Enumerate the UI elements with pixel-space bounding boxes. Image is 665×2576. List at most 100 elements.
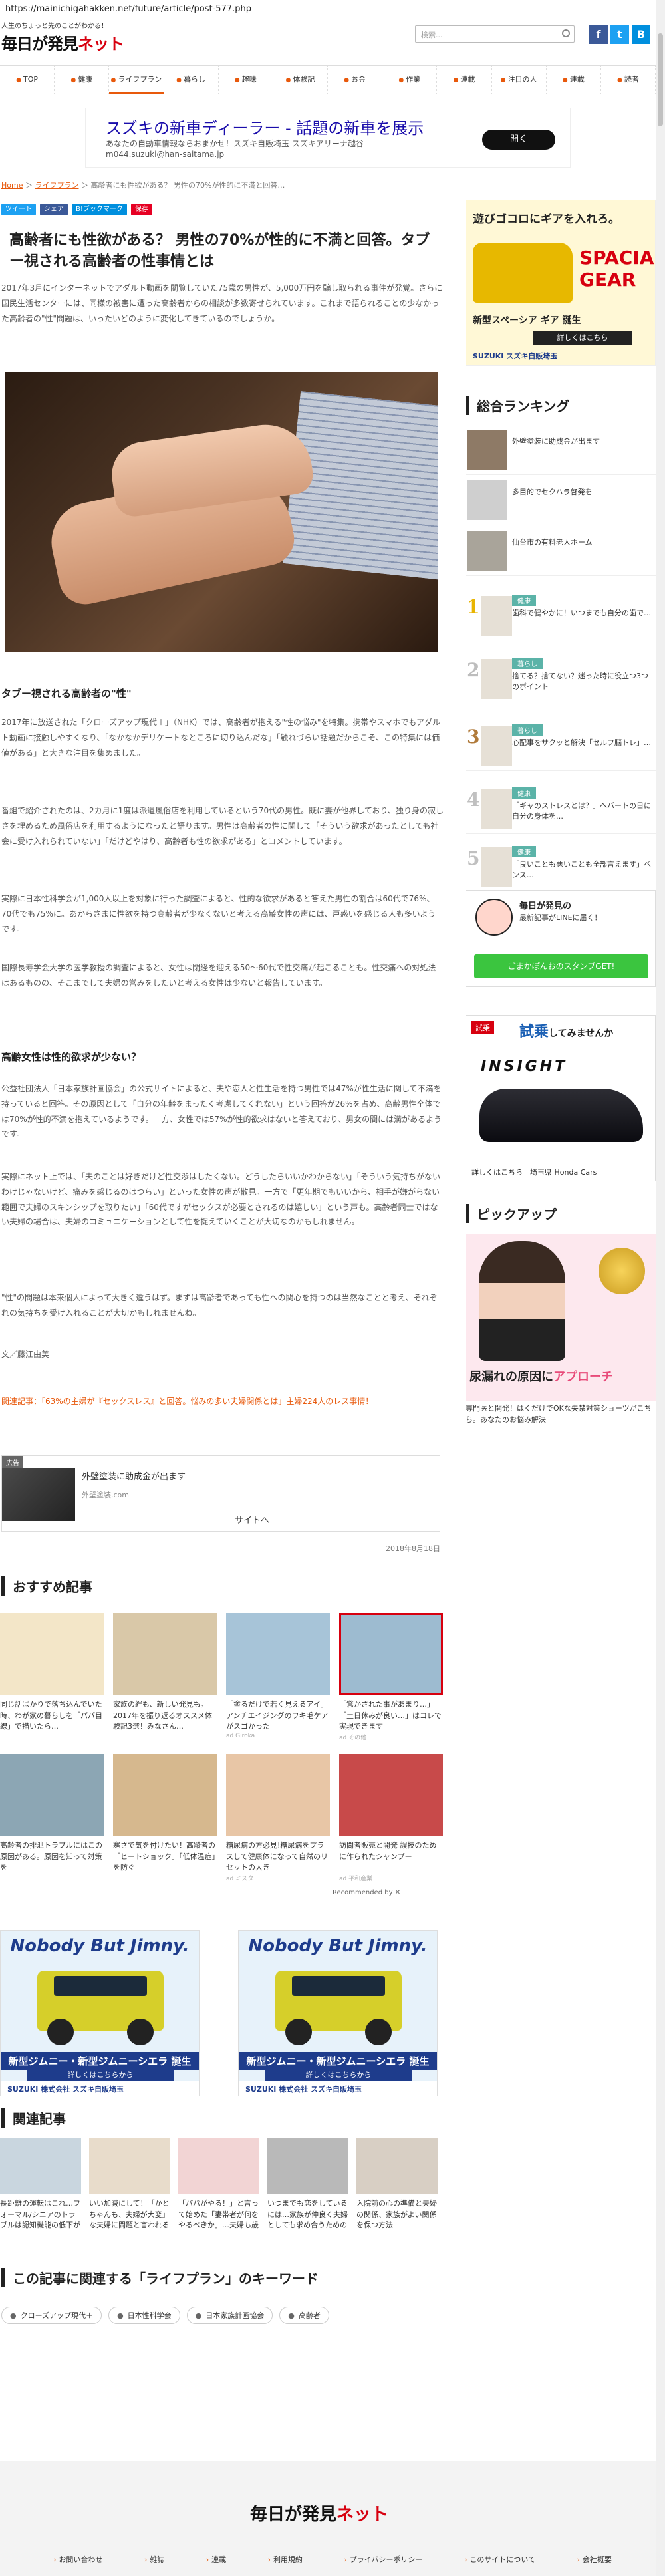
related-thumbnail[interactable] xyxy=(356,2138,438,2194)
footer-link[interactable]: プライバシーポリシー xyxy=(344,2554,423,2565)
ad-title[interactable]: 外壁塗装に助成金が出ます xyxy=(82,1469,186,1482)
recommend-title[interactable]: 「塗るだけで若く見えるアイ」アンチエイジングのワキ毛ケアがスゴかった xyxy=(226,1699,330,1733)
recommend-thumbnail[interactable] xyxy=(0,1613,104,1695)
nav-item[interactable]: ● ライフプラン xyxy=(109,66,164,94)
address-bar[interactable]: https://mainichigahakken.net/future/arti… xyxy=(0,0,665,19)
footer-link[interactable]: 会社概要 xyxy=(577,2554,612,2565)
related-card[interactable]: 「パパがやる！」と言って始めた「妻帯者が何をやるべきか」…夫婦も歳を重ねること xyxy=(178,2138,259,2231)
ranking-item[interactable]: 5 健康 「良いことも悪いことも全部言えます」ペンス… xyxy=(466,843,656,893)
related-card[interactable]: いつまでも恋をしているには…家族が仲良く夫婦としても求め合うための秘訣 xyxy=(267,2138,348,2231)
recommend-thumbnail[interactable] xyxy=(226,1754,330,1836)
recommend-thumbnail[interactable] xyxy=(113,1613,217,1695)
jimny-ad[interactable]: Nobody But Jimny. 新型ジムニー・新型ジムニーシエラ 誕生 詳し… xyxy=(238,1930,438,2096)
top-ad[interactable]: スズキの新車ディーラー - 話題の新車を展示 あなたの自動車情報ならおまかせ！ス… xyxy=(85,108,571,168)
nav-item[interactable]: ● 注目の人 xyxy=(492,66,547,94)
nav-item[interactable]: ● 暮らし xyxy=(164,66,219,94)
recommend-card[interactable]: 「驚かされた事があまり…」「土日休みが良い…」はコレで実現できます ad その他 xyxy=(339,1613,443,1741)
hatena-bookmark-button[interactable]: B!ブックマーク xyxy=(72,204,127,215)
footer-logo[interactable]: 毎日が発見ネット xyxy=(250,2501,388,2525)
recommend-card[interactable]: 糖尿病の方必見!糖尿病をプラスして健康体になって自然のリセットの大き ad ミスタ xyxy=(226,1754,330,1882)
related-title[interactable]: 「パパがやる！」と言って始めた「妻帯者が何をやるべきか」…夫婦も歳を重ねること xyxy=(178,2198,259,2231)
footer-link[interactable]: お問い合わせ xyxy=(53,2554,102,2565)
ranking-thumbnail[interactable] xyxy=(481,726,512,766)
ranking-thumbnail[interactable] xyxy=(481,659,512,699)
recommend-thumbnail[interactable] xyxy=(339,1754,443,1836)
nav-item[interactable]: ● 趣味 xyxy=(219,66,273,94)
recommend-card[interactable]: 訪問者販売と開発 誤技のために作られたシャンプー ad 平和産業 xyxy=(339,1754,443,1882)
recommend-title[interactable]: 寒さで気を付けたい！高齢者の「ヒートショック」「低体温症」を防ぐ xyxy=(113,1840,217,1874)
ad-details-button[interactable]: 詳しくはこちら xyxy=(533,331,632,345)
scrollbar-thumb[interactable] xyxy=(658,33,663,126)
nav-item[interactable]: ● 体験記 xyxy=(273,66,329,94)
recommend-thumbnail[interactable] xyxy=(339,1613,443,1695)
ranking-thumbnail[interactable] xyxy=(467,430,507,470)
ranking-title[interactable]: 捨てる？捨てない？迷った時に役立つ3つのポイント xyxy=(512,671,652,692)
honda-insight-ad[interactable]: 試乗 試乗してみませんか INSIGHT 詳しくはこちら 埼玉県 Honda C… xyxy=(466,1015,656,1181)
related-thumbnail[interactable] xyxy=(178,2138,259,2194)
ranking-title[interactable]: 「ギャのストレスとは？」ヘバートの日に自分の身体を… xyxy=(512,801,652,822)
recommend-title[interactable]: 高齢者の排泄トラブルにはこの原因がある。原因を知って対策を xyxy=(0,1840,104,1874)
related-card[interactable]: 長距離の運転はこれ…フォーマル/シニアのトラブルは認知機能の低下が原因？ xyxy=(0,2138,81,2231)
ranking-thumbnail[interactable] xyxy=(481,789,512,829)
keyword-tag[interactable]: ● クローズアップ現代＋ xyxy=(1,2307,102,2324)
line-stamp-button[interactable]: ごまかぽんおのスタンプGET! xyxy=(474,954,648,978)
pinterest-save-button[interactable]: 保存 xyxy=(130,204,152,215)
ranking-thumbnail[interactable] xyxy=(481,596,512,636)
ranking-thumbnail[interactable] xyxy=(467,531,507,571)
recommend-title[interactable]: 訪問者販売と開発 誤技のために作られたシャンプー xyxy=(339,1840,443,1874)
pickup-caption[interactable]: 専門医と開発！はくだけでOKな失禁対策ショーツがこちら。あなたのお悩み解決 xyxy=(466,1403,656,1425)
scrollbar[interactable] xyxy=(656,0,665,2576)
footer-link[interactable]: 雑誌 xyxy=(144,2554,164,2565)
search-input[interactable]: 検索... xyxy=(415,25,575,43)
ranking-item[interactable]: 2 暮らし 捨てる？捨てない？迷った時に役立つ3つのポイント xyxy=(466,655,656,704)
nav-item[interactable]: ● お金 xyxy=(328,66,383,94)
ad-visit-link[interactable]: サイトへ xyxy=(235,1513,269,1526)
recommend-card[interactable]: 家族の絆も、新しい発見も。2017年を振り返るオススメ体験記3選！みなさん… xyxy=(113,1613,217,1733)
ranking-thumbnail[interactable] xyxy=(467,480,507,520)
spacia-gear-ad[interactable]: 遊びゴコロにギアを入れろ。 SPACIA GEAR 新型スペーシア ギア 誕生 … xyxy=(466,200,656,366)
recommend-thumbnail[interactable] xyxy=(113,1754,217,1836)
nav-item[interactable]: ● 読者 xyxy=(601,66,656,94)
recommend-title[interactable]: 同じ話ばかりで落ち込んでいた時、わが家の暮らしを「パパ目線」で描いたら… xyxy=(0,1699,104,1733)
ranking-title[interactable]: 歯科で健やかに！いつまでも自分の歯で… xyxy=(512,608,652,619)
ranking-title[interactable]: 仙台市の有料老人ホーム xyxy=(512,537,652,548)
ad-open-button[interactable]: 開く xyxy=(482,130,555,150)
related-thumbnail[interactable] xyxy=(267,2138,348,2194)
facebook-icon[interactable]: f xyxy=(589,25,608,44)
ranking-title[interactable]: 多目的でセクハラ啓発を xyxy=(512,487,652,498)
pickup-ad[interactable]: 尿漏れの原因にアプローチ xyxy=(466,1234,656,1401)
related-title[interactable]: 入院前の心の準備と夫婦の関係、家族がよい関係を保つ方法 xyxy=(356,2198,438,2231)
footer-link[interactable]: 利用規約 xyxy=(268,2554,303,2565)
recommend-card[interactable]: 同じ話ばかりで落ち込んでいた時、わが家の暮らしを「パパ目線」で描いたら… xyxy=(0,1613,104,1733)
recommend-thumbnail[interactable] xyxy=(0,1754,104,1836)
recommend-title[interactable]: 「驚かされた事があまり…」「土日休みが良い…」はコレで実現できます xyxy=(339,1699,443,1733)
keyword-tag[interactable]: ● 日本性科学会 xyxy=(108,2307,180,2324)
ranking-item[interactable]: 外壁塗装に助成金が出ます xyxy=(466,426,656,475)
recommend-thumbnail[interactable] xyxy=(226,1613,330,1695)
ranking-item[interactable]: 仙台市の有料老人ホーム xyxy=(466,527,656,576)
twitter-icon[interactable]: t xyxy=(610,25,629,44)
tweet-button[interactable]: ツイート xyxy=(1,204,36,215)
keyword-tag[interactable]: ● 高齢者 xyxy=(279,2307,329,2324)
breadcrumb-home[interactable]: Home xyxy=(1,181,23,190)
recommend-title[interactable]: 家族の絆も、新しい発見も。2017年を振り返るオススメ体験記3選！みなさん… xyxy=(113,1699,217,1733)
footer-link[interactable]: このサイトについて xyxy=(464,2554,535,2565)
nav-item[interactable]: ● TOP xyxy=(0,66,55,94)
nav-item[interactable]: ● 連載 xyxy=(547,66,601,94)
ranking-title[interactable]: 「良いことも悪いことも全部言えます」ペンス… xyxy=(512,859,652,881)
recommend-title[interactable]: 糖尿病の方必見!糖尿病をプラスして健康体になって自然のリセットの大き xyxy=(226,1840,330,1874)
nav-item[interactable]: ● 健康 xyxy=(55,66,110,94)
nav-item[interactable]: ● 連載 xyxy=(437,66,492,94)
recommend-card[interactable]: 「塗るだけで若く見えるアイ」アンチエイジングのワキ毛ケアがスゴかった ad Gir… xyxy=(226,1613,330,1739)
jimny-ad[interactable]: Nobody But Jimny. 新型ジムニー・新型ジムニーシエラ 誕生 詳し… xyxy=(0,1930,200,2096)
ad-image[interactable] xyxy=(2,1468,75,1521)
ranking-item[interactable]: 4 健康 「ギャのストレスとは？」ヘバートの日に自分の身体を… xyxy=(466,785,656,834)
recommend-card[interactable]: 高齢者の排泄トラブルにはこの原因がある。原因を知って対策を xyxy=(0,1754,104,1874)
jimny-details-button[interactable]: 詳しくはこちらから xyxy=(265,2069,412,2081)
ranking-thumbnail[interactable] xyxy=(481,847,512,887)
related-title[interactable]: 長距離の運転はこれ…フォーマル/シニアのトラブルは認知機能の低下が原因？ xyxy=(0,2198,81,2231)
hatena-icon[interactable]: B xyxy=(632,25,650,44)
ranking-title[interactable]: 心配事をサクッと解決「セルフ脳トレ」… xyxy=(512,738,652,748)
recommend-card[interactable]: 寒さで気を付けたい！高齢者の「ヒートショック」「低体温症」を防ぐ xyxy=(113,1754,217,1874)
facebook-share-button[interactable]: シェア xyxy=(40,204,68,215)
